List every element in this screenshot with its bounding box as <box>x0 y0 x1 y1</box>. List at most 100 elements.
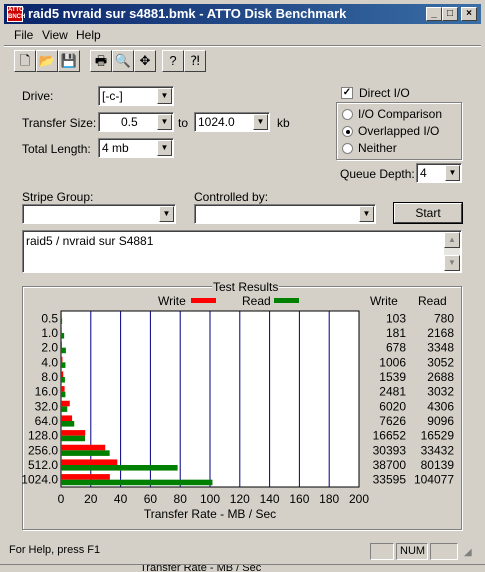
read-bar <box>61 465 178 471</box>
legend-read-swatch <box>274 298 299 303</box>
transfer-size-to-select[interactable]: 1024.0 ▼ <box>194 112 270 132</box>
read-value-cell: 80139 <box>421 458 455 472</box>
write-bar <box>61 474 110 480</box>
write-bar <box>61 356 63 363</box>
controlled-by-label: Controlled by: <box>194 190 269 204</box>
queue-depth-label: Queue Depth: <box>340 167 415 181</box>
write-value-cell: 103 <box>386 311 406 325</box>
scroll-up-icon[interactable]: ▲ <box>444 232 460 248</box>
direct-io-label: Direct I/O <box>359 86 410 100</box>
print-preview-icon[interactable]: 🔍 <box>112 50 134 72</box>
menu-view[interactable]: View <box>42 28 68 42</box>
read-bar <box>61 347 66 354</box>
y-tick-label: 2.0 <box>41 341 58 355</box>
new-file-icon[interactable]: 🗋 <box>14 50 36 72</box>
x-tick-label: 0 <box>58 492 65 506</box>
read-bar <box>61 406 68 412</box>
chevron-down-icon[interactable]: ▼ <box>157 114 172 130</box>
read-value-cell: 2168 <box>427 326 454 340</box>
write-value-cell: 1006 <box>379 355 406 369</box>
y-tick-label: 512.0 <box>28 458 58 472</box>
test-results-title: Test Results <box>212 280 280 294</box>
neither-radio[interactable] <box>342 143 353 154</box>
window-title: raid5 nvraid sur s4881.bmk - ATTO Disk B… <box>28 6 347 21</box>
resize-grip-icon[interactable]: ◢ <box>464 547 476 559</box>
queue-depth-select[interactable]: 4 ▼ <box>416 163 462 183</box>
read-bar <box>61 333 65 339</box>
maximize-icon[interactable]: □ <box>442 7 458 21</box>
title-bar[interactable]: ATTO BNCH raid5 nvraid sur s4881.bmk - AT… <box>4 4 481 24</box>
move-icon[interactable]: ✥ <box>134 50 156 72</box>
read-value-cell: 3052 <box>427 355 454 369</box>
write-value-cell: 16652 <box>373 429 407 443</box>
y-tick-label: 32.0 <box>35 399 59 413</box>
context-help-icon[interactable]: ⁈ <box>184 50 206 72</box>
x-tick-label: 140 <box>260 492 280 506</box>
chevron-down-icon[interactable]: ▼ <box>445 165 460 181</box>
read-value-cell: 3348 <box>427 341 454 355</box>
to-label: to <box>178 116 189 130</box>
neither-label: Neither <box>358 141 397 155</box>
total-length-label: Total Length: <box>22 142 91 156</box>
y-tick-label: 0.5 <box>41 311 58 325</box>
read-bar <box>61 479 213 486</box>
description-scrollbar[interactable]: ▲ ▼ <box>444 232 460 271</box>
controlled-by-select[interactable]: ▼ <box>194 204 376 224</box>
x-tick-label: 20 <box>84 492 98 506</box>
help-icon[interactable]: ? <box>162 50 184 72</box>
status-panel-scroll <box>430 543 458 560</box>
write-bar <box>61 342 62 348</box>
direct-io-checkbox[interactable]: ✓ <box>341 87 353 99</box>
chevron-down-icon[interactable]: ▼ <box>359 206 374 222</box>
write-bar <box>61 444 106 451</box>
write-bar <box>61 327 62 333</box>
read-bar <box>61 421 75 427</box>
write-bar <box>61 459 118 465</box>
total-length-value: 4 mb <box>102 141 129 155</box>
drive-label: Drive: <box>22 89 54 103</box>
app-icon: ATTO BNCH <box>7 6 26 22</box>
overlapped-io-radio[interactable] <box>342 126 353 137</box>
read-value-cell: 33432 <box>421 443 455 457</box>
chevron-down-icon[interactable]: ▼ <box>157 88 172 104</box>
benchmark-chart: 0 20 40 60 80 100 120 140 160 180 200 0.5 103 780 1.0 1… <box>22 310 455 521</box>
close-icon[interactable]: × <box>461 7 477 21</box>
save-icon[interactable]: 💾 <box>58 50 80 72</box>
total-length-select[interactable]: 4 mb ▼ <box>98 138 174 158</box>
chevron-down-icon[interactable]: ▼ <box>157 140 172 156</box>
open-folder-icon[interactable]: 📂 <box>36 50 58 72</box>
kb-label: kb <box>277 116 290 130</box>
y-tick-label: 128.0 <box>28 429 58 443</box>
toolbar: 🗋 📂 💾 🖶 🔍 ✥ ? ⁈ <box>14 50 210 74</box>
start-button[interactable]: Start <box>393 202 463 224</box>
read-bar <box>61 362 66 368</box>
io-comparison-radio[interactable] <box>342 109 353 120</box>
chevron-down-icon[interactable]: ▼ <box>159 206 174 222</box>
transfer-size-from-select[interactable]: 0.5 ▼ <box>98 112 174 132</box>
read-bar <box>61 435 86 442</box>
write-value-cell: 1539 <box>379 370 406 384</box>
minimize-icon[interactable]: _ <box>426 7 442 21</box>
y-tick-label: 64.0 <box>35 414 59 428</box>
write-value-cell: 7626 <box>379 414 406 428</box>
status-help-text: For Help, press F1 <box>9 544 101 556</box>
status-num-indicator: NUM <box>396 543 428 560</box>
y-tick-label: 1024.0 <box>22 473 58 487</box>
write-bar <box>61 430 86 436</box>
transfer-from-value: 0.5 <box>121 115 138 129</box>
status-panel-caps <box>370 543 394 560</box>
read-bar <box>61 377 65 383</box>
x-tick-label: 100 <box>200 492 220 506</box>
stripe-group-select[interactable]: ▼ <box>22 204 176 224</box>
y-tick-label: 4.0 <box>41 355 58 369</box>
scroll-down-icon[interactable]: ▼ <box>444 255 460 271</box>
drive-select[interactable]: [-c-] ▼ <box>98 86 174 106</box>
legend-write-swatch <box>191 298 216 303</box>
description-textarea[interactable]: raid5 / nvraid sur S4881 ▲ ▼ <box>22 230 462 273</box>
chevron-down-icon[interactable]: ▼ <box>253 114 268 130</box>
menu-help[interactable]: Help <box>76 28 101 42</box>
menu-file[interactable]: File <box>14 28 33 42</box>
write-bar <box>61 312 62 319</box>
print-icon[interactable]: 🖶 <box>90 50 112 72</box>
description-text: raid5 / nvraid sur S4881 <box>26 234 154 248</box>
